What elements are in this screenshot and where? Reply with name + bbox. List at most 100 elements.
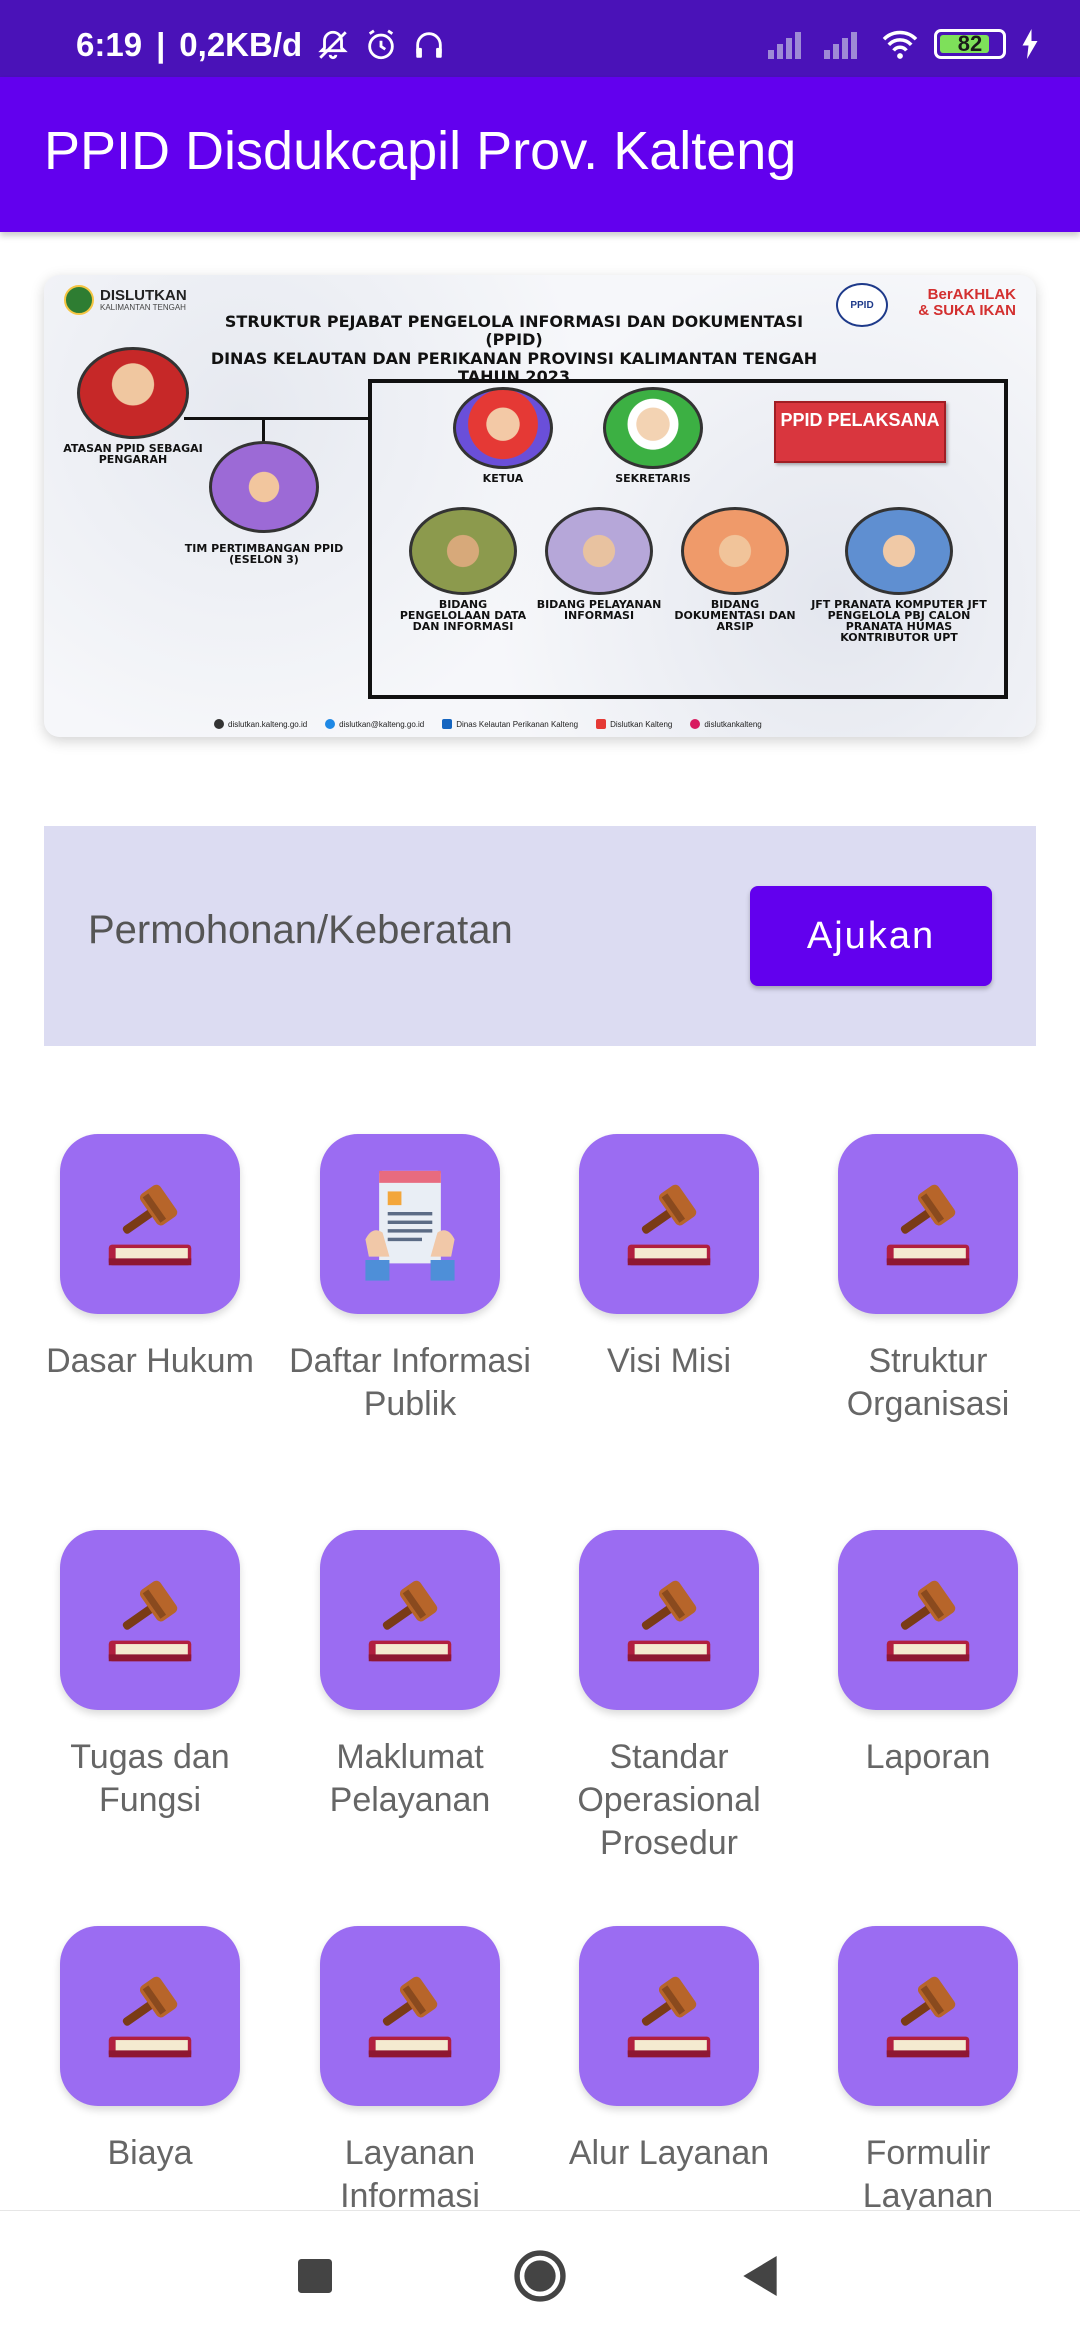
dislutkan-logo-block: DISLUTKAN KALIMANTAN TENGAH bbox=[64, 285, 187, 315]
badge-line1: BerAKHLAK bbox=[927, 286, 1016, 303]
ketua-photo bbox=[453, 387, 553, 469]
status-bar: 6:19 | 0,2KB/d 82 bbox=[0, 0, 1080, 77]
bidang2-photo bbox=[545, 507, 653, 595]
menu-item-label: Layanan Informasi bbox=[340, 2134, 480, 2215]
atasan-photo bbox=[77, 347, 189, 439]
gavel-icon bbox=[886, 1580, 970, 1662]
footer-youtube: Dislutkan Kalteng bbox=[596, 719, 672, 729]
menu-icon-tile[interactable] bbox=[838, 1926, 1018, 2106]
menu-item-maklumat-pelayanan[interactable]: Maklumat Pelayanan bbox=[280, 1530, 540, 1822]
org-structure-banner[interactable]: DISLUTKAN KALIMANTAN TENGAH PPID BerAKHL… bbox=[44, 275, 1036, 737]
menu-icon-tile[interactable] bbox=[579, 1134, 759, 1314]
menu-item-label: Laporan bbox=[865, 1738, 991, 1776]
org-sub: KALIMANTAN TENGAH bbox=[100, 303, 186, 312]
mail-icon bbox=[325, 719, 336, 729]
menu-item-label: Tugas dan Fungsi bbox=[70, 1738, 230, 1819]
menu-icon-tile[interactable] bbox=[579, 1530, 759, 1710]
sekretaris: SEKRETARIS bbox=[588, 387, 718, 484]
wifi-icon bbox=[882, 30, 918, 59]
submit-request-button[interactable]: Ajukan bbox=[750, 886, 992, 986]
alarm-icon bbox=[368, 29, 394, 60]
app-bar: PPID Disdukcapil Prov. Kalteng bbox=[0, 77, 1080, 232]
status-separator: | bbox=[156, 26, 166, 63]
status-time: 6:19 bbox=[76, 26, 143, 63]
bell-off-icon bbox=[318, 30, 348, 60]
youtube-icon bbox=[596, 719, 607, 729]
footer-instagram-text: dislutkankalteng bbox=[704, 719, 762, 729]
province-emblem-icon bbox=[64, 285, 94, 315]
menu-icon-tile[interactable] bbox=[60, 1530, 240, 1710]
menu-icon-tile[interactable] bbox=[320, 1134, 500, 1314]
menu-item-alur-layanan[interactable]: Alur Layanan bbox=[539, 1926, 799, 2175]
status-speed: 0,2KB/d bbox=[179, 26, 303, 63]
menu-item-label: Visi Misi bbox=[606, 1342, 732, 1380]
navigation-bar bbox=[0, 2210, 1080, 2340]
gavel-icon bbox=[627, 1976, 711, 2058]
menu-icon-tile[interactable] bbox=[838, 1530, 1018, 1710]
signal-icon-2 bbox=[824, 32, 857, 59]
battery-indicator: 82 bbox=[934, 29, 1006, 59]
ppid-pelaksana-box: PPID PELAKSANA bbox=[774, 401, 946, 463]
bidang3-photo bbox=[681, 507, 789, 595]
bidang-pelayanan: BIDANG PELAYANAN INFORMASI bbox=[534, 507, 664, 621]
banner-title-line2: DINAS KELAUTAN DAN PERIKANAN PROVINSI KA… bbox=[210, 348, 818, 368]
bidang1-photo bbox=[409, 507, 517, 595]
menu-item-label: Alur Layanan bbox=[568, 2134, 770, 2172]
circle-icon bbox=[514, 2250, 566, 2302]
menu-icon-tile[interactable] bbox=[320, 1530, 500, 1710]
connector-line bbox=[184, 417, 370, 420]
home-button[interactable] bbox=[480, 2211, 600, 2341]
gavel-icon bbox=[368, 1976, 452, 2058]
jft-group: JFT PRANATA KOMPUTER JFT PENGELOLA PBJ C… bbox=[804, 507, 994, 643]
menu-item-tugas-dan-fungsi[interactable]: Tugas dan Fungsi bbox=[20, 1530, 280, 1822]
status-right: 82 bbox=[768, 28, 1040, 60]
menu-item-label: Struktur Organisasi bbox=[846, 1342, 1010, 1423]
footer-website-text: dislutkan.kalteng.go.id bbox=[228, 719, 308, 729]
back-button[interactable] bbox=[700, 2211, 820, 2341]
org-name: DISLUTKAN bbox=[100, 287, 187, 304]
menu-item-visi-misi[interactable]: Visi Misi bbox=[539, 1134, 799, 1383]
headphones-icon bbox=[416, 32, 442, 58]
menu-item-standar-operasional-prosedur[interactable]: Standar Operasional Prosedur bbox=[539, 1530, 799, 1865]
menu-icon-tile[interactable] bbox=[60, 1926, 240, 2106]
menu-item-dasar-hukum[interactable]: Dasar Hukum bbox=[20, 1134, 280, 1383]
status-left: 6:19 | 0,2KB/d bbox=[76, 26, 446, 64]
gavel-icon bbox=[108, 1184, 192, 1266]
footer-youtube-text: Dislutkan Kalteng bbox=[610, 719, 673, 729]
menu-item-daftar-informasi-publik[interactable]: Daftar Informasi Publik bbox=[280, 1134, 540, 1426]
battery-level: 82 bbox=[957, 31, 983, 56]
charging-icon bbox=[1022, 29, 1038, 59]
menu-item-formulir-layanan[interactable]: Formulir Layanan bbox=[798, 1926, 1058, 2218]
menu-icon-tile[interactable] bbox=[320, 1926, 500, 2106]
gavel-icon bbox=[108, 1580, 192, 1662]
document-icon bbox=[365, 1170, 455, 1281]
recent-apps-button[interactable] bbox=[255, 2211, 375, 2341]
menu-item-layanan-informasi[interactable]: Layanan Informasi bbox=[280, 1926, 540, 2218]
footer-email: dislutkan@kalteng.go.id bbox=[325, 719, 424, 729]
menu-item-struktur-organisasi[interactable]: Struktur Organisasi bbox=[798, 1134, 1058, 1426]
bidang-dokumentasi: BIDANG DOKUMENTASI DAN ARSIP bbox=[670, 507, 800, 632]
jft-label: JFT PRANATA KOMPUTER JFT PENGELOLA PBJ C… bbox=[811, 598, 987, 644]
menu-icon-tile[interactable] bbox=[60, 1134, 240, 1314]
menu-item-biaya[interactable]: Biaya bbox=[20, 1926, 280, 2175]
menu-item-label: Maklumat Pelayanan bbox=[329, 1738, 491, 1819]
menu-icon-tile[interactable] bbox=[579, 1926, 759, 2106]
menu-icon-tile[interactable] bbox=[838, 1134, 1018, 1314]
gavel-icon bbox=[627, 1184, 711, 1266]
signal-icon bbox=[768, 32, 801, 59]
square-icon bbox=[298, 2259, 332, 2293]
ketua-label: KETUA bbox=[482, 472, 524, 485]
facebook-icon bbox=[442, 719, 453, 729]
sekretaris-label: SEKRETARIS bbox=[615, 472, 691, 485]
gavel-icon bbox=[627, 1580, 711, 1662]
footer-facebook: Dinas Kelautan Perikanan Kalteng bbox=[442, 719, 578, 729]
footer-email-text: dislutkan@kalteng.go.id bbox=[339, 719, 425, 729]
instagram-icon bbox=[690, 719, 701, 729]
banner-title-line1: STRUKTUR PEJABAT PENGELOLA INFORMASI DAN… bbox=[224, 312, 804, 350]
bidang-pengelolaan: BIDANG PENGELOLAAN DATA DAN INFORMASI bbox=[398, 507, 528, 632]
bidang3-label: BIDANG DOKUMENTASI DAN ARSIP bbox=[674, 598, 796, 633]
request-panel: Permohonan/Keberatan Ajukan bbox=[44, 826, 1036, 1046]
badge-line2: & SUKA IKAN bbox=[918, 301, 1016, 319]
menu-item-laporan[interactable]: Laporan bbox=[798, 1530, 1058, 1779]
back-triangle-icon bbox=[743, 2256, 777, 2296]
